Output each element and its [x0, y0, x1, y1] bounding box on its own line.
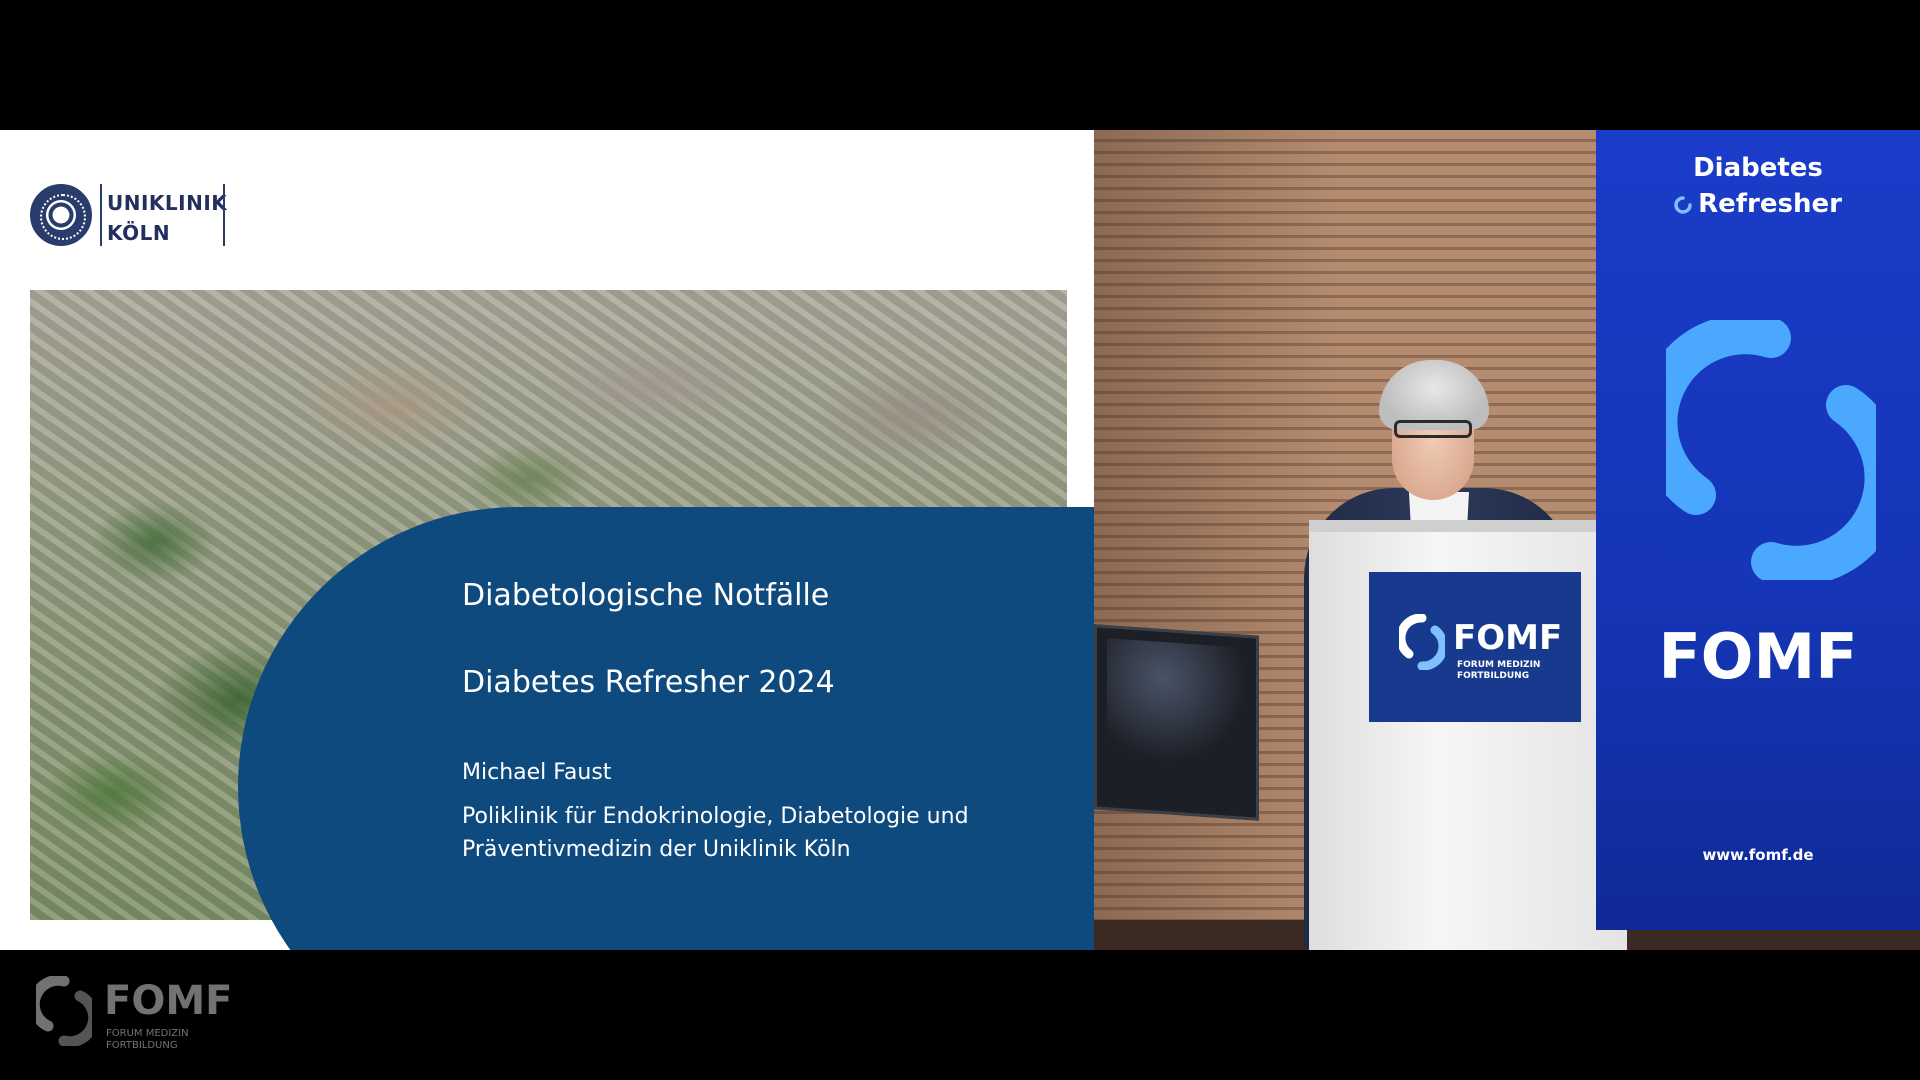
institution-line-2: KÖLN [107, 221, 171, 245]
podium-subtitle: FORUM MEDIZIN FORTBILDUNG [1457, 660, 1567, 682]
slide-title: Diabetologische Notfälle [462, 578, 830, 613]
podium: FOMF FORUM MEDIZIN FORTBILDUNG [1309, 520, 1627, 950]
banner-title-line-2: Refresher [1596, 186, 1920, 222]
logo-divider [100, 184, 102, 246]
stage-monitor [1094, 624, 1259, 821]
podium-sub-line-2: FORTBILDUNG [1457, 671, 1530, 681]
speaker-glasses [1394, 420, 1472, 438]
fomf-large-ring-icon [1666, 320, 1876, 580]
fomf-watermark: FOMF FORUM MEDIZIN FORTBILDUNG [36, 972, 236, 1052]
watermark-sub-line-1: FORUM MEDIZIN [106, 1028, 189, 1039]
logo-divider-right [223, 184, 225, 246]
banner-title-line-2-text: Refresher [1698, 189, 1842, 219]
presenter-affiliation: Poliklinik für Endokrinologie, Diabetolo… [462, 804, 969, 862]
banner-url: www.fomf.de [1702, 846, 1814, 864]
presenter-name: Michael Faust [462, 760, 612, 785]
banner-title: Diabetes Refresher [1596, 150, 1920, 222]
banner-brand: FOMF [1658, 620, 1858, 693]
watermark-sub-line-2: FORTBILDUNG [106, 1040, 178, 1051]
speaker-video: FOMF FORUM MEDIZIN FORTBILDUNG Diabetes … [1094, 130, 1920, 950]
banner-title-line-1: Diabetes [1693, 153, 1823, 183]
podium-brand: FOMF [1453, 618, 1563, 658]
institution-line-1: UNIKLINIK [107, 191, 228, 215]
institution-name: UNIKLINIK KÖLN [107, 188, 227, 248]
watermark-ring-icon [36, 976, 92, 1046]
title-panel [238, 507, 1094, 950]
podium-sub-line-1: FORUM MEDIZIN [1457, 660, 1541, 670]
fomf-ring-icon [1399, 614, 1445, 670]
watermark-brand: FOMF [104, 978, 233, 1024]
university-seal-icon [30, 184, 92, 246]
podium-sign: FOMF FORUM MEDIZIN FORTBILDUNG [1369, 572, 1581, 722]
small-ring-icon [1674, 196, 1692, 214]
presentation-slide: UNIKLINIK KÖLN Diabetologische Notfälle … [0, 130, 1094, 950]
watermark-subtitle: FORUM MEDIZIN FORTBILDUNG [106, 1028, 216, 1052]
slide-subtitle: Diabetes Refresher 2024 [462, 665, 835, 700]
uniklinik-logo: UNIKLINIK KÖLN [30, 184, 230, 246]
roll-up-banner: Diabetes Refresher FOMF www.fomf.de [1596, 130, 1920, 930]
